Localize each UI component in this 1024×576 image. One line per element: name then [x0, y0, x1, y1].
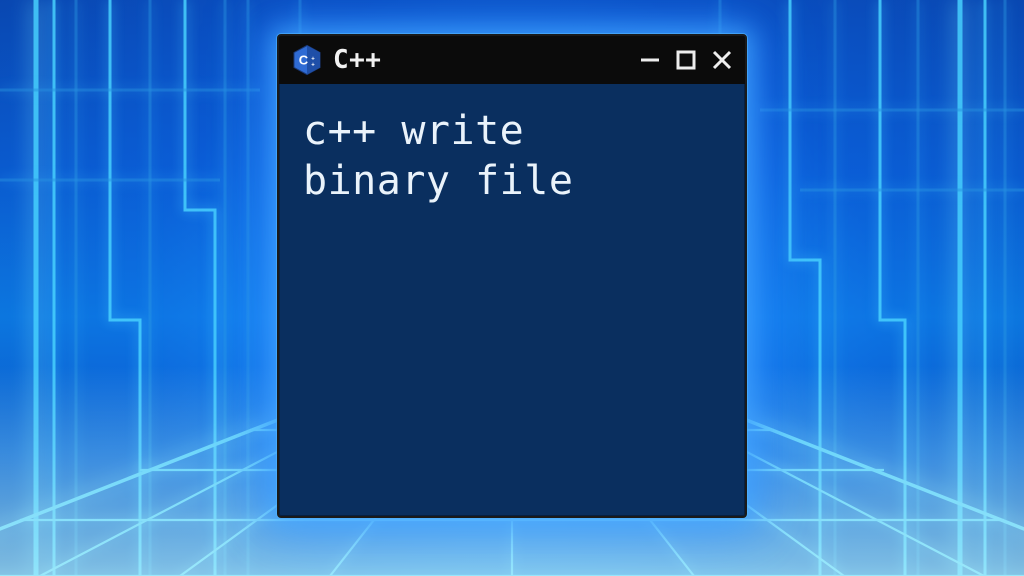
minimize-button[interactable] [639, 49, 661, 71]
titlebar: C + + C++ [279, 36, 745, 84]
window-controls [639, 49, 733, 71]
maximize-button[interactable] [675, 49, 697, 71]
window-title: C++ [333, 45, 381, 75]
terminal-window: C + + C++ c++ write binary file [277, 34, 747, 518]
svg-text:+: + [311, 63, 315, 69]
close-button[interactable] [711, 49, 733, 71]
svg-text:C: C [299, 53, 309, 68]
cpp-icon: C + + [291, 44, 323, 76]
svg-text:+: + [311, 57, 315, 63]
window-content: c++ write binary file [279, 84, 745, 516]
